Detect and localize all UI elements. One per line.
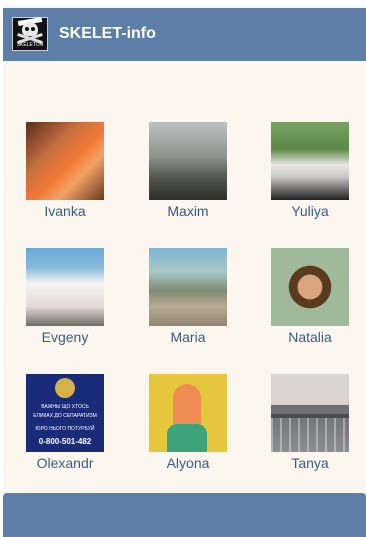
profile-tile[interactable]: Maria [140, 248, 236, 346]
profile-tile[interactable]: Natalia [262, 248, 358, 346]
profile-tile[interactable]: Evgeny [17, 248, 113, 346]
profile-tile[interactable]: Tanya [262, 374, 358, 472]
photo-text: ЮРО НЬОГО ПОТУРБУЙ [35, 426, 95, 432]
profile-photo[interactable] [271, 248, 349, 326]
photo-text: 0-800-501-482 [38, 437, 92, 446]
emblem-icon [55, 378, 75, 398]
profile-photo[interactable] [26, 122, 104, 200]
profiles-grid: Ivanka Maxim Yuliya Evgeny Maria Natalia [3, 5, 366, 485]
profile-name[interactable]: Maria [140, 328, 236, 346]
profile-name[interactable]: Olexandr [17, 454, 113, 472]
profile-tile[interactable]: Yuliya [262, 122, 358, 220]
profile-photo[interactable] [26, 248, 104, 326]
profile-photo[interactable] [271, 374, 349, 452]
profile-name[interactable]: Tanya [262, 454, 358, 472]
profile-name[interactable]: Evgeny [17, 328, 113, 346]
profile-tile[interactable]: ВАЖНЫ ЩО ХТОСЬ ЕЛИКАХ ДО СЕПАРАТИЗМ ЮРО … [17, 374, 113, 472]
profile-name[interactable]: Yuliya [262, 202, 358, 220]
profile-tile[interactable]: Maxim [140, 122, 236, 220]
profile-name[interactable]: Alyona [140, 454, 236, 472]
profile-tile[interactable]: Alyona [140, 374, 236, 472]
app-footer [3, 493, 366, 537]
profile-photo[interactable]: ВАЖНЫ ЩО ХТОСЬ ЕЛИКАХ ДО СЕПАРАТИЗМ ЮРО … [26, 374, 104, 452]
photo-text: ВАЖНЫ ЩО ХТОСЬ [41, 404, 89, 410]
profile-tile[interactable]: Ivanka [17, 122, 113, 220]
profile-photo[interactable] [149, 248, 227, 326]
profile-name[interactable]: Maxim [140, 202, 236, 220]
profile-photo[interactable] [271, 122, 349, 200]
app-root: SKELETON SKELET-info Ivanka Maxim Yuliya… [3, 5, 366, 537]
profile-photo[interactable] [149, 374, 227, 452]
person-shape [167, 424, 207, 452]
railing-bars-shape [271, 418, 349, 452]
person-shape [173, 384, 201, 428]
profile-photo[interactable] [149, 122, 227, 200]
profile-name[interactable]: Natalia [262, 328, 358, 346]
profile-name[interactable]: Ivanka [17, 202, 113, 220]
photo-text: ЕЛИКАХ ДО СЕПАРАТИЗМ [33, 413, 97, 419]
